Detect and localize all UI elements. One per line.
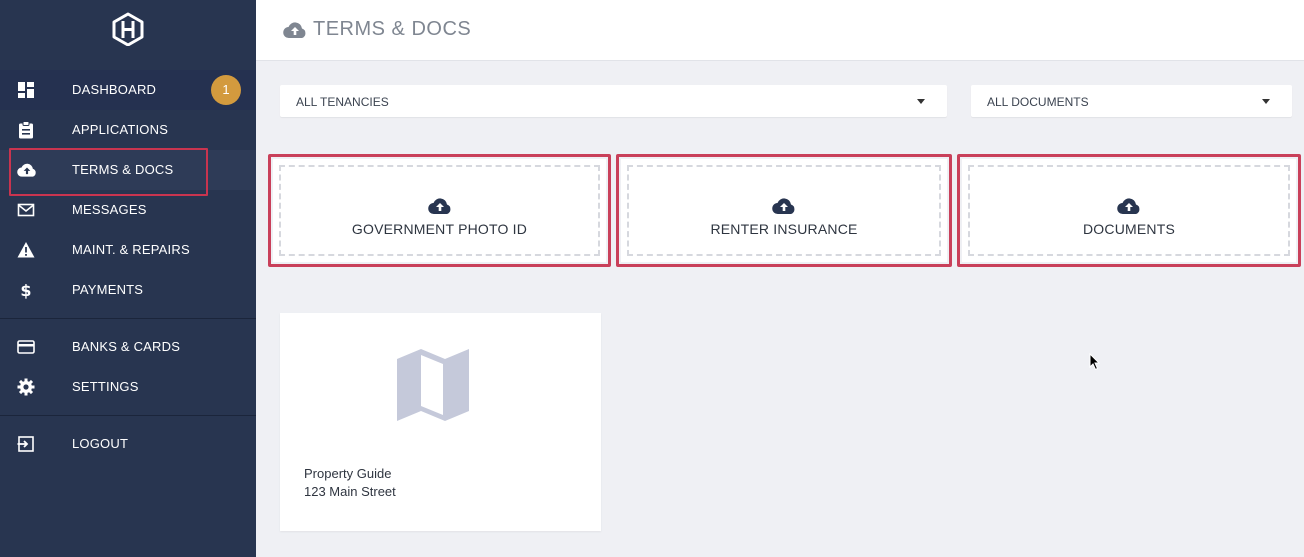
clipboard-icon	[19, 121, 33, 139]
sidebar-item-messages[interactable]: MESSAGES	[0, 190, 256, 230]
sidebar-item-applications[interactable]: APPLICATIONS	[0, 110, 256, 150]
upload-highlight: GOVERNMENT PHOTO ID	[268, 154, 611, 267]
sidebar-item-label: MESSAGES	[72, 202, 147, 217]
gear-icon	[17, 378, 35, 396]
dashboard-icon	[18, 82, 34, 98]
upload-label: RENTER INSURANCE	[710, 221, 858, 237]
notification-badge: 1	[211, 75, 241, 105]
sidebar-item-label: TERMS & DOCS	[72, 162, 174, 177]
property-guide-card[interactable]: Property Guide 123 Main Street	[280, 313, 601, 531]
sidebar-item-label: APPLICATIONS	[72, 122, 169, 137]
page-header: TERMS & DOCS	[256, 0, 1304, 61]
sidebar: DASHBOARD 1 APPLICATIONS TERMS & DOCS ME…	[0, 0, 256, 557]
upload-label: DOCUMENTS	[1082, 221, 1176, 237]
sidebar-item-label: PAYMENTS	[72, 282, 144, 297]
sidebar-item-label: BANKS & CARDS	[72, 339, 181, 354]
chevron-down-icon	[1262, 99, 1270, 104]
sidebar-item-label: DASHBOARD	[72, 82, 157, 97]
map-icon	[397, 349, 469, 421]
sidebar-divider	[0, 318, 256, 319]
property-name: Property Guide	[304, 466, 392, 481]
property-address: 123 Main Street	[304, 484, 396, 499]
svg-text:$: $	[20, 281, 31, 299]
cloud-upload-icon	[17, 163, 36, 177]
sidebar-item-logout[interactable]: LOGOUT	[0, 424, 256, 464]
dollar-icon: $	[20, 281, 31, 299]
logout-icon	[17, 436, 34, 452]
credit-card-icon	[17, 340, 35, 354]
sidebar-item-dashboard[interactable]: DASHBOARD 1	[0, 70, 256, 110]
mouse-cursor-icon	[1089, 353, 1101, 371]
upload-label: GOVERNMENT PHOTO ID	[351, 221, 528, 237]
warning-icon	[17, 242, 35, 258]
page-title: TERMS & DOCS	[313, 18, 472, 40]
sidebar-item-banks-cards[interactable]: BANKS & CARDS	[0, 327, 256, 367]
sidebar-item-label: LOGOUT	[72, 436, 129, 451]
sidebar-item-terms-docs[interactable]: TERMS & DOCS	[0, 150, 256, 190]
cloud-upload-icon	[283, 22, 306, 39]
upload-government-photo-id[interactable]: GOVERNMENT PHOTO ID	[273, 159, 606, 262]
cloud-upload-icon	[427, 198, 450, 215]
mail-icon	[17, 203, 35, 217]
upload-highlight: DOCUMENTS	[957, 154, 1301, 267]
sidebar-divider	[0, 415, 256, 416]
upload-highlight: RENTER INSURANCE	[616, 154, 952, 267]
documents-select[interactable]: ALL DOCUMENTS	[971, 85, 1292, 117]
cloud-upload-icon	[772, 198, 795, 215]
tenancy-select[interactable]: ALL TENANCIES	[280, 85, 947, 117]
tenancy-select-value: ALL TENANCIES	[296, 95, 389, 109]
cloud-upload-icon	[1117, 198, 1140, 215]
sidebar-item-settings[interactable]: SETTINGS	[0, 367, 256, 407]
sidebar-item-payments[interactable]: $ PAYMENTS	[0, 270, 256, 310]
documents-select-value: ALL DOCUMENTS	[987, 95, 1089, 109]
chevron-down-icon	[917, 99, 925, 104]
upload-renter-insurance[interactable]: RENTER INSURANCE	[621, 159, 947, 262]
sidebar-item-label: SETTINGS	[72, 379, 139, 394]
hexagon-h-logo[interactable]	[110, 12, 146, 46]
sidebar-item-maint-repairs[interactable]: MAINT. & REPAIRS	[0, 230, 256, 270]
upload-documents[interactable]: DOCUMENTS	[962, 159, 1296, 262]
sidebar-item-label: MAINT. & REPAIRS	[72, 242, 190, 257]
